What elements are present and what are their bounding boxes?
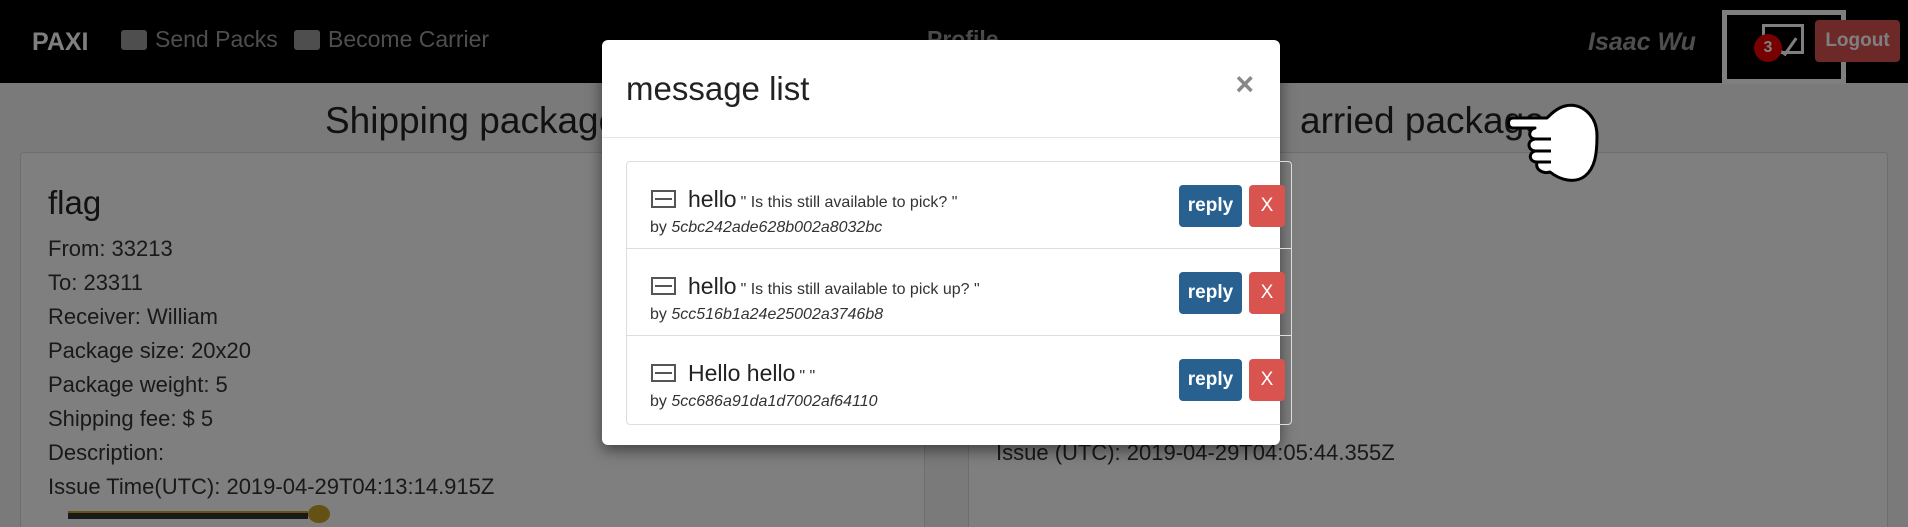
- message-by-label: by: [650, 306, 667, 323]
- message-subject-text: hello: [688, 186, 737, 212]
- message-sender: by 5cc516b1a24e25002a3746b8: [650, 306, 883, 324]
- modal-header: message list ×: [602, 40, 1280, 138]
- message-by-label: by: [650, 393, 667, 410]
- message-by-label: by: [650, 219, 667, 236]
- message-subject: hello " Is this still available to pick? …: [688, 186, 957, 213]
- message-subject-text: Hello hello: [688, 360, 796, 386]
- message-subject-text: hello: [688, 273, 737, 299]
- reply-button[interactable]: reply: [1179, 272, 1242, 314]
- message-list: hello " Is this still available to pick? …: [626, 161, 1292, 425]
- envelope-icon: [651, 277, 676, 295]
- message-sender-id: 5cc686a91da1d7002af64110: [671, 393, 878, 410]
- message-sender: by 5cc686a91da1d7002af64110: [650, 393, 877, 411]
- delete-button[interactable]: X: [1249, 359, 1285, 401]
- message-item: hello " Is this still available to pick u…: [627, 249, 1291, 336]
- reply-button[interactable]: reply: [1179, 185, 1242, 227]
- message-sender: by 5cbc242ade628b002a8032bc: [650, 219, 882, 237]
- message-item: Hello hello " " by 5cc686a91da1d7002af641…: [627, 336, 1291, 423]
- message-sender-id: 5cbc242ade628b002a8032bc: [671, 219, 883, 236]
- pointing-hand-icon: [1507, 103, 1599, 182]
- modal-title: message list: [626, 70, 810, 107]
- reply-button[interactable]: reply: [1179, 359, 1242, 401]
- envelope-icon: [651, 190, 676, 208]
- envelope-icon: [651, 364, 676, 382]
- close-icon[interactable]: ×: [1235, 66, 1254, 103]
- message-list-modal: message list × hello " Is this still avai…: [602, 40, 1292, 445]
- message-body: " ": [799, 368, 816, 385]
- delete-button[interactable]: X: [1249, 272, 1285, 314]
- message-sender-id: 5cc516b1a24e25002a3746b8: [671, 306, 884, 323]
- message-item: hello " Is this still available to pick? …: [627, 162, 1291, 249]
- message-subject: Hello hello " ": [688, 360, 815, 387]
- message-body: " Is this still available to pick up? ": [740, 281, 980, 298]
- message-body: " Is this still available to pick? ": [740, 194, 958, 211]
- message-subject: hello " Is this still available to pick u…: [688, 273, 980, 300]
- delete-button[interactable]: X: [1249, 185, 1285, 227]
